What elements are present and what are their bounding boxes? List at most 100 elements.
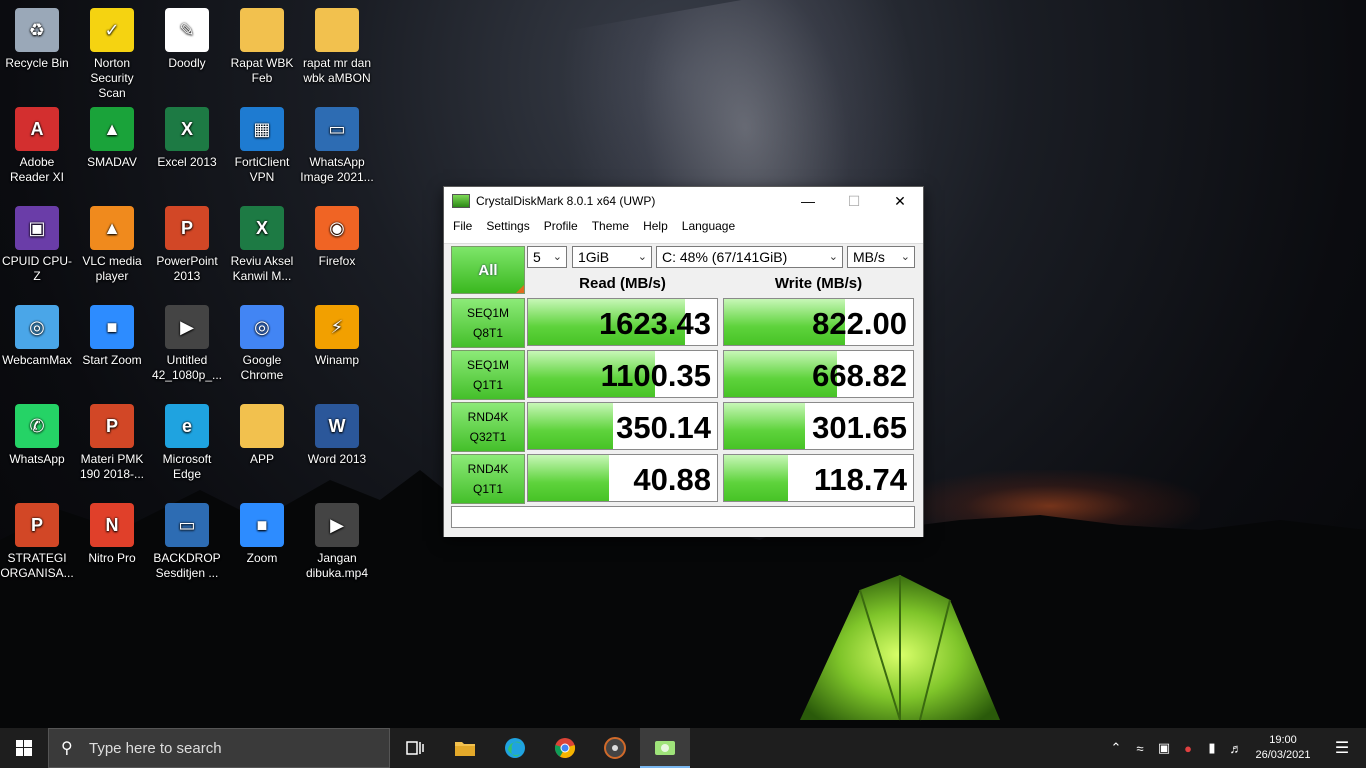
title-bar[interactable]: CrystalDiskMark 8.0.1 x64 (UWP) — ☐ ✕ — [444, 187, 923, 215]
edge-icon — [505, 738, 525, 758]
taskbar-media-app[interactable] — [590, 728, 640, 768]
network-error-icon[interactable]: ● — [1176, 741, 1200, 756]
desktop-icon[interactable]: W Word 2013 — [300, 404, 374, 467]
read-header: Read (MB/s) — [579, 275, 666, 292]
write-header: Write (MB/s) — [774, 275, 863, 292]
desktop-icon[interactable]: ◎ Google Chrome — [225, 305, 299, 383]
read-result-bar — [528, 455, 610, 501]
desktop-icon[interactable]: P Materi PMK 190 2018-... — [75, 404, 149, 482]
clock[interactable]: 19:00 26/03/2021 — [1248, 733, 1318, 763]
test-row-button[interactable]: RND4K Q32T1 — [451, 402, 525, 452]
desktop-icon[interactable]: ▭ WhatsApp Image 2021... — [300, 107, 374, 185]
desktop-icon[interactable]: A Adobe Reader XI — [0, 107, 74, 185]
desktop-icon[interactable]: ◎ WebcamMax — [0, 305, 74, 368]
test-count-select[interactable]: 5 ⌄ — [527, 246, 567, 268]
chevron-up-icon[interactable]: ⌃ — [1104, 740, 1128, 756]
taskbar-crystaldiskmark[interactable] — [640, 728, 690, 768]
desktop-icon[interactable]: ▭ BACKDROP Sesditjen ... — [150, 503, 224, 581]
firefox-icon: ◉ — [315, 206, 359, 250]
desktop-icon-label: WhatsApp — [9, 452, 65, 466]
desktop-icon[interactable]: Rapat WBK Feb — [225, 8, 299, 86]
menu-file[interactable]: File — [446, 219, 479, 233]
start-button[interactable] — [0, 728, 48, 768]
desktop-icon[interactable]: X Excel 2013 — [150, 107, 224, 170]
desktop-icon[interactable]: ▣ CPUID CPU-Z — [0, 206, 74, 284]
clock-date: 26/03/2021 — [1255, 749, 1311, 761]
notification-center-icon[interactable]: ☰ — [1318, 738, 1366, 758]
task-view-button[interactable] — [390, 728, 440, 768]
desktop-icon[interactable]: P STRATEGI ORGANISA... — [0, 503, 74, 581]
powerpoint-icon: P — [165, 206, 209, 250]
test-row-button[interactable]: RND4K Q1T1 — [451, 454, 525, 504]
taskbar-edge[interactable] — [490, 728, 540, 768]
meet-now-icon[interactable]: ▣ — [1152, 740, 1176, 756]
volume-icon[interactable]: ♬ — [1224, 741, 1248, 756]
powerpoint-file-icon: P — [15, 503, 59, 547]
desktop-icon[interactable]: ■ Zoom — [225, 503, 299, 566]
desktop-icon[interactable]: ■ Start Zoom — [75, 305, 149, 368]
clock-time: 19:00 — [1269, 734, 1297, 746]
close-button[interactable]: ✕ — [877, 187, 923, 215]
status-bar — [451, 506, 915, 528]
desktop-icon-label: rapat mr dan wbk aMBON — [302, 56, 372, 85]
search-box[interactable]: ⚲ Type here to search — [48, 728, 390, 768]
file-explorer-icon — [455, 742, 475, 756]
desktop-icon[interactable]: ✓ Norton Security Scan — [75, 8, 149, 101]
read-result-value: 40.88 — [633, 462, 711, 497]
menu-profile[interactable]: Profile — [537, 219, 585, 233]
desktop-icon[interactable]: N Nitro Pro — [75, 503, 149, 566]
desktop-icon-label: Nitro Pro — [88, 551, 136, 565]
benchmark-panel: All 5 ⌄ 1GiB ⌄ C: 48% (67/141GiB) ⌄ MB/s… — [444, 243, 923, 537]
crystaldiskmark-window: CrystalDiskMark 8.0.1 x64 (UWP) — ☐ ✕ Fi… — [443, 186, 924, 537]
desktop-icon[interactable]: ▶ Untitled 42_1080p_... — [150, 305, 224, 383]
test-params: Q8T1 — [472, 326, 503, 340]
desktop-icon[interactable]: ▶ Jangan dibuka.mp4 — [300, 503, 374, 581]
desktop-icon[interactable]: X Reviu Aksel Kanwil M... — [225, 206, 299, 284]
desktop-icon[interactable]: ◉ Firefox — [300, 206, 374, 269]
test-row-button[interactable]: SEQ1M Q8T1 — [451, 298, 525, 348]
desktop-icon[interactable]: ▲ SMADAV — [75, 107, 149, 170]
test-size-select[interactable]: 1GiB ⌄ — [572, 246, 652, 268]
write-result-value: 822.00 — [812, 306, 907, 341]
menu-settings[interactable]: Settings — [479, 219, 536, 233]
unit-select[interactable]: MB/s ⌄ — [847, 246, 915, 268]
drive-select[interactable]: C: 48% (67/141GiB) ⌄ — [656, 246, 843, 268]
search-icon: ⚲ — [61, 740, 73, 757]
desktop-icon-label: Recycle Bin — [5, 56, 69, 70]
smadav-icon: ▲ — [90, 107, 134, 151]
desktop-icon[interactable]: e Microsoft Edge — [150, 404, 224, 482]
desktop-icon-label: PowerPoint 2013 — [156, 254, 218, 283]
maximize-button[interactable]: ☐ — [831, 187, 877, 215]
desktop-icon[interactable]: rapat mr dan wbk aMBON — [300, 8, 374, 86]
all-button[interactable]: All — [451, 246, 525, 294]
windows-logo-icon — [16, 740, 32, 756]
desktop-icon-label: Firefox — [318, 254, 356, 268]
folder-icon — [315, 8, 359, 52]
desktop-icon[interactable]: APP — [225, 404, 299, 467]
desktop-icon[interactable]: ▦ FortiClient VPN — [225, 107, 299, 185]
cpuz-icon: ▣ — [15, 206, 59, 250]
desktop-icon[interactable]: ♻ Recycle Bin — [0, 8, 74, 71]
desktop-icon[interactable]: P PowerPoint 2013 — [150, 206, 224, 284]
taskbar: ⚲ Type here to search ⌃ ≈ ▣ ● ▮ ♬ 19:00 … — [0, 728, 1366, 768]
crystaldiskmark-app-icon — [452, 194, 470, 208]
test-params: Q1T1 — [472, 378, 503, 392]
test-row-button[interactable]: SEQ1M Q1T1 — [451, 350, 525, 400]
whatsapp-icon: ✆ — [15, 404, 59, 448]
read-result-cell: 350.14 — [527, 402, 718, 450]
desktop-icon[interactable]: ▲ VLC media player — [75, 206, 149, 284]
desktop-icon[interactable]: ⚡ Winamp — [300, 305, 374, 368]
taskbar-chrome[interactable] — [540, 728, 590, 768]
menu-help[interactable]: Help — [636, 219, 675, 233]
desktop-icon[interactable]: ✆ WhatsApp — [0, 404, 74, 467]
menu-language[interactable]: Language — [675, 219, 742, 233]
desktop-icon-label: FortiClient VPN — [234, 155, 290, 184]
taskbar-file-explorer[interactable] — [440, 728, 490, 768]
wifi-icon[interactable]: ≈ — [1128, 741, 1152, 756]
test-params: Q32T1 — [469, 430, 507, 444]
chevron-down-icon: ⌄ — [900, 251, 910, 263]
menu-theme[interactable]: Theme — [585, 219, 636, 233]
battery-icon[interactable]: ▮ — [1200, 740, 1224, 756]
desktop-icon[interactable]: ✎ Doodly — [150, 8, 224, 71]
minimize-button[interactable]: — — [785, 187, 831, 215]
